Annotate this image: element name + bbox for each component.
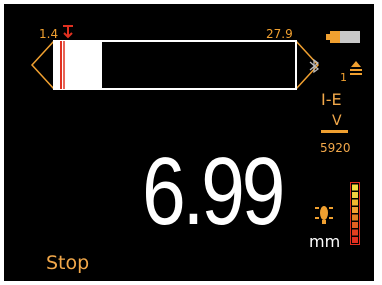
- signal-bar: [352, 199, 358, 206]
- signal-bar: [352, 184, 358, 191]
- coupling-icon: [315, 206, 333, 224]
- signal-bar: [352, 192, 358, 198]
- measurement-mode[interactable]: I-E: [321, 90, 342, 109]
- signal-bar: [352, 222, 358, 228]
- signal-bar: [352, 229, 358, 236]
- signal-bar: [352, 207, 358, 213]
- thickness-unit: mm: [309, 232, 341, 251]
- device-screen: 1.4 27.9 1 I-E V 5920 6.99 mm Stop: [4, 4, 374, 281]
- battery-icon: [326, 31, 360, 43]
- velocity-divider: [321, 130, 348, 133]
- signal-strength-icon: [350, 182, 360, 245]
- velocity-value[interactable]: 5920: [320, 141, 351, 155]
- probe-number: 1: [340, 71, 347, 84]
- velocity-label: V: [332, 113, 342, 129]
- bluetooth-icon: [309, 58, 320, 74]
- probe-icon: [350, 61, 362, 75]
- thickness-reading: 6.99: [142, 138, 285, 245]
- gauge-fill: [55, 42, 102, 88]
- signal-bar: [352, 214, 358, 221]
- measurement-status: Stop: [46, 252, 90, 274]
- signal-bar: [352, 237, 358, 243]
